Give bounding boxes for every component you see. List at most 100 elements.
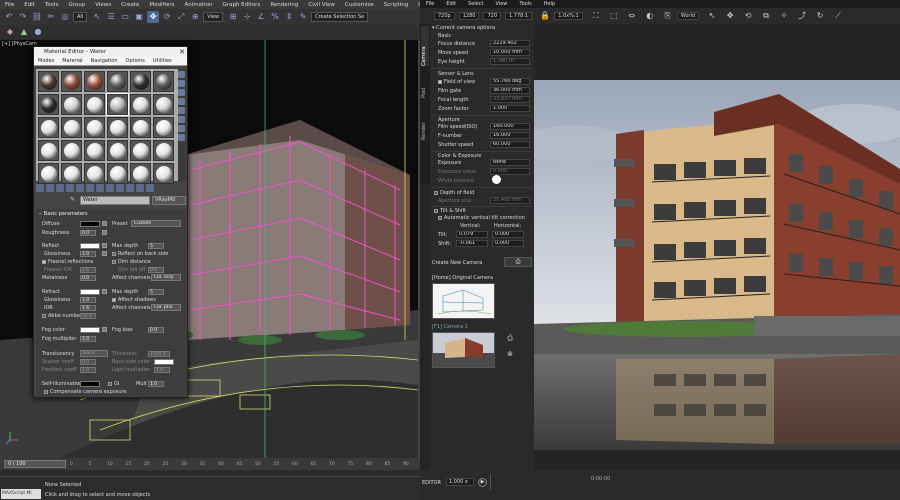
- fog-bias-spinner[interactable]: 0.0: [148, 327, 164, 333]
- ribbon-icon-1[interactable]: ◆: [4, 26, 16, 38]
- select-by-material-icon[interactable]: [178, 134, 185, 141]
- pick-icon[interactable]: ✧: [779, 11, 789, 21]
- background-icon[interactable]: [178, 89, 185, 96]
- ruler-icon[interactable]: ⟋: [833, 11, 843, 21]
- diffuse-color-swatch[interactable]: [80, 221, 100, 227]
- translucency-dropdown[interactable]: None: [80, 350, 108, 357]
- dim-falloff-spinner[interactable]: 0.0: [148, 267, 164, 273]
- vfb-timeline-track[interactable]: 0:00:00: [490, 474, 890, 490]
- diffuse-map-button[interactable]: [102, 221, 107, 226]
- channel-icon[interactable]: ◐: [645, 11, 655, 21]
- fog-multiplier-spinner[interactable]: 1.0: [80, 336, 96, 342]
- ribbon-icon-3[interactable]: ●: [32, 26, 44, 38]
- white-balance-swatch[interactable]: [492, 175, 501, 184]
- put-to-scene-icon[interactable]: [46, 184, 54, 192]
- scatter-coeff-spinner[interactable]: 0.0: [80, 359, 96, 365]
- dof-checkbox[interactable]: [434, 191, 438, 195]
- camera-delete-icon[interactable]: ⊗: [505, 349, 515, 359]
- material-slot[interactable]: [61, 71, 82, 92]
- camera-snapshot-icon[interactable]: ⎙: [505, 333, 515, 343]
- unlink-icon[interactable]: ✂: [45, 11, 57, 23]
- pivot-icon[interactable]: ⊞: [227, 11, 239, 23]
- fresnel-ior-spinner[interactable]: 1.6: [80, 267, 96, 273]
- material-slot[interactable]: [38, 140, 59, 161]
- material-id-icon[interactable]: [106, 184, 114, 192]
- back-side-color-swatch[interactable]: [154, 359, 174, 365]
- roughness-spinner[interactable]: 0.0: [80, 230, 96, 236]
- resolution-preset-dropdown[interactable]: 720p: [434, 12, 455, 20]
- ribbon-icon-2[interactable]: ▲: [18, 26, 30, 38]
- angle-snap-icon[interactable]: ∠: [255, 11, 267, 23]
- camera-home-thumbnail[interactable]: [432, 283, 495, 319]
- select-by-name-icon[interactable]: ☰: [105, 11, 117, 23]
- fov-field[interactable]: 55.766 deg: [490, 78, 530, 85]
- scale-icon[interactable]: ⤢: [175, 11, 187, 23]
- eye-height-field[interactable]: 1.380 m: [490, 58, 530, 65]
- cursor-icon[interactable]: ↖: [707, 11, 717, 21]
- history-icon[interactable]: ⎘: [663, 11, 673, 21]
- material-slot[interactable]: [153, 163, 174, 184]
- height-field[interactable]: 720: [483, 12, 501, 20]
- region-icon[interactable]: ⬚: [609, 11, 619, 21]
- show-in-viewport-icon[interactable]: [116, 184, 124, 192]
- mirror-icon[interactable]: ⇔: [627, 11, 637, 21]
- go-forward-sibling-icon[interactable]: [146, 184, 154, 192]
- mult-spinner[interactable]: 1.0: [148, 381, 164, 387]
- uv-tiling-icon[interactable]: [178, 98, 185, 105]
- material-slot[interactable]: [153, 117, 174, 138]
- affect-channels-dropdown[interactable]: Col. only: [151, 274, 181, 281]
- menu-item-rendering[interactable]: Rendering: [265, 2, 303, 8]
- reset-map-icon[interactable]: [66, 184, 74, 192]
- maxscript-listener[interactable]: MAXScript Mi: [1, 489, 41, 499]
- menu-item-group[interactable]: Group: [63, 2, 90, 8]
- menu-item-customize[interactable]: Customize: [340, 2, 379, 8]
- me-menu-item-material[interactable]: Material: [58, 57, 86, 65]
- refract-max-depth-spinner[interactable]: 5: [148, 289, 164, 295]
- material-slot[interactable]: [38, 117, 59, 138]
- material-slot[interactable]: [61, 140, 82, 161]
- dim-distance-checkbox[interactable]: [112, 260, 116, 264]
- material-slot[interactable]: [61, 163, 82, 184]
- go-to-parent-icon[interactable]: [136, 184, 144, 192]
- tilt-vertical-field[interactable]: 0.079: [456, 231, 488, 238]
- fresnel-checkbox[interactable]: [42, 260, 46, 264]
- fwd-bck-spinner[interactable]: 1.0: [80, 367, 96, 373]
- rollout-title[interactable]: − Basic parameters: [38, 211, 88, 217]
- link-icon[interactable]: ⛓: [31, 11, 43, 23]
- zoom-factor-field[interactable]: 1.000: [490, 105, 530, 112]
- menu-item-graph-editors[interactable]: Graph Editors: [218, 2, 266, 8]
- track-bar[interactable]: 0 5 10 15 20 25 30 35 40 45 50 55 60 65 70 75 80 85 90: [70, 462, 420, 476]
- selection-filter-dropdown[interactable]: All: [73, 12, 88, 22]
- abbe-spinner[interactable]: 50.0: [80, 313, 96, 319]
- menu-item-file[interactable]: File: [0, 2, 19, 8]
- aspect-field[interactable]: 1.778:1: [505, 12, 533, 20]
- exposure-dropdown[interactable]: None: [490, 159, 530, 166]
- film-gate-field[interactable]: 36.000 mm: [490, 87, 530, 94]
- move-tool-icon[interactable]: ✥: [725, 11, 735, 21]
- percent-snap-icon[interactable]: %: [269, 11, 281, 23]
- shutter-speed-field[interactable]: 60.000: [490, 141, 530, 148]
- vfb-menu-item-view[interactable]: View: [490, 1, 514, 7]
- material-slot[interactable]: [130, 117, 151, 138]
- shift-vertical-field[interactable]: -0.061: [456, 240, 488, 247]
- orbit-icon[interactable]: ⟲: [743, 11, 753, 21]
- external-icon[interactable]: ⧉: [761, 11, 771, 21]
- material-slot[interactable]: [130, 163, 151, 184]
- video-check-icon[interactable]: [178, 107, 185, 114]
- make-preview-icon[interactable]: [178, 116, 185, 123]
- menu-item-create[interactable]: Create: [116, 2, 144, 8]
- menu-item-civil-view[interactable]: Civil View: [303, 2, 339, 8]
- named-selection-dropdown[interactable]: Create Selection Se: [311, 12, 369, 22]
- put-to-library-icon[interactable]: [96, 184, 104, 192]
- thickness-spinner[interactable]: 1000.0: [148, 351, 170, 357]
- compensate-checkbox[interactable]: [44, 390, 48, 394]
- metalness-spinner[interactable]: 0.0: [80, 275, 96, 281]
- eyedropper-icon[interactable]: ✎: [70, 196, 75, 203]
- snap-icon[interactable]: ⊹: [241, 11, 253, 23]
- material-slot[interactable]: [106, 93, 129, 116]
- vfb-menu-item-select[interactable]: Select: [462, 1, 489, 7]
- camera-1-thumbnail[interactable]: [432, 332, 495, 368]
- spinner-snap-icon[interactable]: ⇕: [283, 11, 295, 23]
- show-end-result-icon[interactable]: [126, 184, 134, 192]
- material-slot[interactable]: [130, 140, 151, 161]
